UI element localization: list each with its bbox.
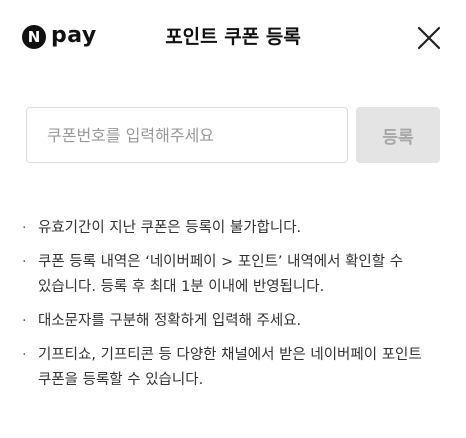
page-title: 포인트 쿠폰 등록 <box>165 26 301 48</box>
close-icon <box>417 26 441 50</box>
bullet-icon: · <box>22 254 27 270</box>
notice-text: 유효기간이 지난 쿠폰은 등록이 불가합니다. <box>38 220 302 236</box>
notice-list: · 유효기간이 지난 쿠폰은 등록이 불가합니다. · 쿠폰 등록 내역은 ‘네… <box>22 216 442 402</box>
close-button[interactable] <box>416 25 442 51</box>
coupon-number-input[interactable] <box>26 107 348 163</box>
notice-text: 쿠폰 등록 내역은 ‘네이버페이 > 포인트’ 내역에서 확인할 수 있습니다.… <box>38 254 404 295</box>
header: N pay 포인트 쿠폰 등록 <box>0 0 466 76</box>
notice-item: · 유효기간이 지난 쿠폰은 등록이 불가합니다. <box>22 216 442 241</box>
notice-item: · 기프티쇼, 기프티콘 등 다양한 채널에서 받은 네이버페이 포인트 쿠폰을… <box>22 343 442 393</box>
bullet-icon: · <box>22 220 27 236</box>
notice-text: 대소문자를 구분해 정확하게 입력해 주세요. <box>38 313 302 329</box>
notice-item: · 쿠폰 등록 내역은 ‘네이버페이 > 포인트’ 내역에서 확인할 수 있습니… <box>22 250 442 300</box>
bullet-icon: · <box>22 347 27 363</box>
notice-item: · 대소문자를 구분해 정확하게 입력해 주세요. <box>22 309 442 334</box>
bullet-icon: · <box>22 313 27 329</box>
register-button[interactable]: 등록 <box>356 107 440 163</box>
notice-text: 기프티쇼, 기프티콘 등 다양한 채널에서 받은 네이버페이 포인트 쿠폰을 등… <box>38 347 422 388</box>
coupon-form: 등록 <box>26 107 440 163</box>
